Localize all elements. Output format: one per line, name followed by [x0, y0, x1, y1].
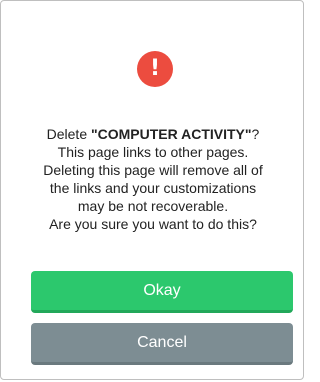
page-name: "COMPUTER ACTIVITY" — [91, 126, 252, 142]
confirmation-message: Delete "COMPUTER ACTIVITY"? This page li… — [11, 125, 295, 233]
message-prefix: Delete — [46, 126, 91, 142]
message-line-5: may be not recoverable. — [77, 198, 229, 214]
message-line-2: This page links to other pages. — [57, 144, 249, 160]
message-line-1: Delete "COMPUTER ACTIVITY"? — [11, 125, 295, 143]
message-line-6: Are you sure you want to do this? — [49, 216, 257, 232]
exclamation-icon: ! — [137, 51, 173, 87]
delete-confirmation-dialog: ! Delete "COMPUTER ACTIVITY"? This page … — [0, 0, 304, 380]
message-line-3: Deleting this page will remove all of — [43, 162, 263, 178]
message-line-4: the links and your customizations — [49, 180, 257, 196]
message-suffix: ? — [251, 126, 260, 142]
okay-button[interactable]: Okay — [31, 271, 293, 313]
cancel-button[interactable]: Cancel — [31, 323, 293, 365]
